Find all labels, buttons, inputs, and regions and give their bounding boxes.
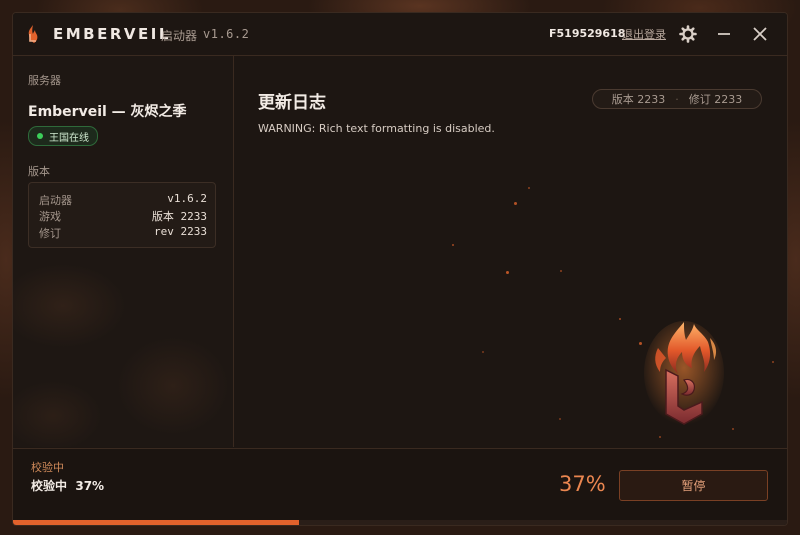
changelog-warning: WARNING: Rich text formatting is disable…: [258, 122, 495, 135]
ember-particle: [559, 418, 561, 420]
launcher-label: 启动器: [161, 29, 198, 43]
title-bar[interactable]: EMBERVEIL 启动器 v1.6.2 F519529618 退出登录: [13, 13, 787, 56]
progress-fill: [13, 520, 300, 525]
launcher-window: EMBERVEIL 启动器 v1.6.2 F519529618 退出登录 服务器…: [12, 12, 788, 526]
pill-revision: 修订 2233: [688, 93, 743, 106]
info-key: 游戏: [39, 210, 61, 223]
info-row-revision: 修订 rev 2233: [39, 225, 207, 241]
ember-particle: [452, 244, 454, 246]
status-badge: 王国在线: [28, 126, 98, 146]
ember-particle: [772, 361, 774, 363]
logout-link[interactable]: 退出登录: [622, 26, 666, 42]
progress-percent: 37%: [559, 472, 606, 496]
bottom-bar: 校验中 校验中 37% 37% 暂停: [13, 448, 787, 525]
info-key: 启动器: [39, 194, 72, 207]
ember-particle: [659, 436, 661, 438]
brand-title: EMBERVEIL: [53, 25, 171, 43]
ember-particle: [560, 270, 562, 272]
progress-bar: [13, 520, 787, 525]
emberveil-logo-icon: [28, 25, 38, 43]
minimize-icon[interactable]: [714, 24, 734, 44]
launcher-version: v1.6.2: [203, 27, 250, 41]
changelog-panel[interactable]: 更新日志 版本 2233 · 修订 2233 WARNING: Rich tex…: [234, 56, 787, 447]
version-info-card: 启动器 v1.6.2 游戏 版本 2233 修订 rev 2233: [28, 182, 216, 248]
info-row-game: 游戏 版本 2233: [39, 208, 207, 224]
ember-particle: [528, 187, 530, 189]
ember-particle: [732, 428, 734, 430]
server-section-label: 服务器: [28, 74, 61, 87]
ember-particle: [619, 318, 621, 320]
progress-label: 校验中: [31, 461, 64, 474]
ember-particle: [482, 351, 484, 353]
status-text: 王国在线: [49, 132, 89, 144]
info-value: 版本 2233: [151, 210, 207, 223]
info-value: rev 2233: [154, 225, 207, 238]
server-name: Emberveil — 灰烬之季: [28, 104, 187, 120]
ember-particle: [514, 202, 517, 205]
info-value: v1.6.2: [167, 192, 207, 205]
pause-button[interactable]: 暂停: [619, 470, 768, 501]
pill-separator: ·: [675, 92, 679, 106]
pill-version: 版本 2233: [611, 93, 666, 106]
info-key: 修订: [39, 227, 61, 240]
info-row-launcher: 启动器 v1.6.2: [39, 192, 207, 208]
ember-particle: [506, 271, 509, 274]
version-pill: 版本 2233 · 修订 2233: [592, 89, 762, 109]
version-section-label: 版本: [28, 165, 50, 178]
close-icon[interactable]: [750, 24, 770, 44]
sidebar: 服务器 Emberveil — 灰烬之季 王国在线 版本 启动器 v1.6.2 …: [13, 56, 234, 447]
online-dot-icon: [37, 133, 43, 139]
user-id: F519529618: [549, 27, 626, 40]
gear-icon[interactable]: [678, 24, 698, 44]
ember-particle: [639, 342, 642, 345]
page-title: 更新日志: [258, 93, 326, 113]
progress-status: 校验中 37%: [31, 479, 105, 493]
flame-emblem-icon: [644, 321, 724, 425]
